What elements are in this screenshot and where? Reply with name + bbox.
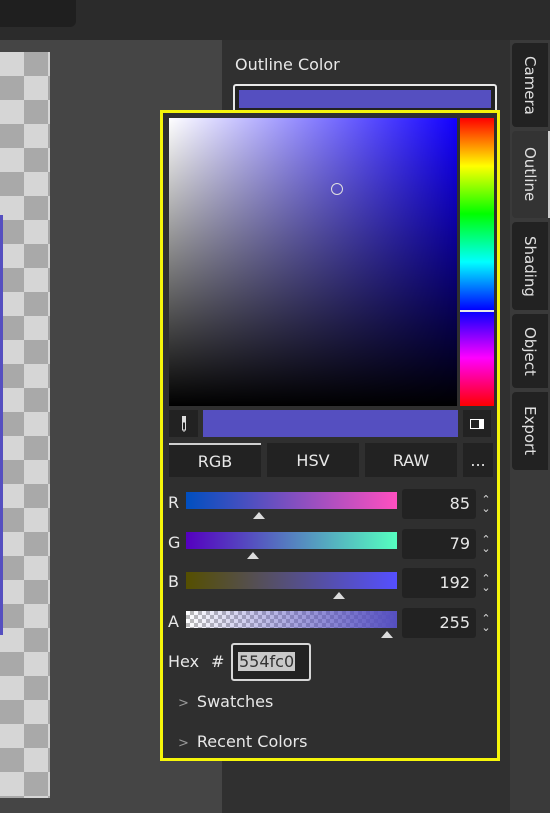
sv-cursor[interactable] — [331, 183, 343, 195]
hue-slider[interactable] — [460, 118, 494, 406]
channel-r-input[interactable]: 85 — [402, 489, 476, 519]
spin-arrows-icon[interactable]: ⌃ ⌄ — [480, 613, 492, 633]
tab-hsv[interactable]: HSV — [267, 443, 359, 477]
swatches-section[interactable]: > Swatches — [178, 692, 273, 711]
channel-b-label: B — [168, 572, 179, 591]
channel-b-thumb[interactable] — [333, 592, 345, 599]
channel-g-thumb[interactable] — [247, 552, 259, 559]
tab-export[interactable]: Export — [512, 392, 548, 470]
channel-r-label: R — [168, 493, 180, 512]
side-tabs: Camera Outline Shading Object Export — [510, 40, 550, 813]
more-options-button[interactable]: ... — [463, 443, 493, 477]
channel-r-thumb[interactable] — [253, 512, 265, 519]
tab-shading[interactable]: Shading — [512, 222, 548, 310]
channel-a-label: A — [168, 612, 179, 631]
tab-object[interactable]: Object — [512, 314, 548, 388]
tab-raw[interactable]: RAW — [365, 443, 457, 477]
channel-a-slider[interactable] — [186, 611, 397, 628]
tab-rgb[interactable]: RGB — [169, 443, 261, 477]
spin-arrows-icon[interactable]: ⌃ ⌄ — [480, 494, 492, 514]
channel-r-slider[interactable] — [186, 492, 397, 509]
hex-value[interactable]: 554fc0 — [238, 652, 296, 671]
preview-mode-icon — [470, 418, 484, 429]
tab-camera[interactable]: Camera — [512, 43, 548, 127]
swatches-label: Swatches — [196, 692, 274, 711]
tab-export-label: Export — [521, 406, 539, 456]
hex-label: Hex — [168, 652, 200, 671]
spin-arrows-icon[interactable]: ⌃ ⌄ — [480, 534, 492, 554]
chevron-right-icon: > — [178, 696, 189, 711]
channel-a-input[interactable]: 255 — [402, 608, 476, 638]
saturation-value-field[interactable] — [169, 118, 457, 406]
recent-colors-label: Recent Colors — [196, 732, 308, 751]
tab-outline-label: Outline — [521, 147, 539, 202]
hex-input[interactable]: 554fc0 — [231, 643, 311, 681]
top-toolbar — [0, 0, 550, 40]
outline-color-fill — [239, 90, 491, 108]
spin-arrows-icon[interactable]: ⌃ ⌄ — [480, 573, 492, 593]
channel-a-thumb[interactable] — [381, 631, 393, 638]
channel-g-slider[interactable] — [186, 532, 397, 549]
chevron-right-icon: > — [178, 736, 189, 751]
eyedropper-icon — [181, 415, 186, 432]
channel-b-input[interactable]: 192 — [402, 568, 476, 598]
tab-camera-label: Camera — [521, 55, 539, 115]
preview-mode-button[interactable] — [463, 410, 491, 437]
outline-color-label: Outline Color — [235, 55, 340, 74]
channel-g-label: G — [168, 533, 181, 552]
transparency-checkerboard — [0, 52, 50, 798]
tab-object-label: Object — [521, 326, 539, 376]
hue-slider-marker[interactable] — [460, 310, 494, 312]
tab-outline[interactable]: Outline — [512, 131, 550, 218]
hex-hash: # — [211, 652, 225, 671]
eyedropper-button[interactable] — [169, 410, 198, 437]
recent-colors-section[interactable]: > Recent Colors — [178, 732, 307, 751]
color-preview — [203, 410, 458, 437]
toolbar-button[interactable] — [0, 0, 76, 27]
channel-g-input[interactable]: 79 — [402, 529, 476, 559]
channel-b-slider[interactable] — [186, 572, 397, 589]
tab-shading-label: Shading — [521, 235, 539, 297]
sprite-outline-edge — [0, 215, 3, 635]
